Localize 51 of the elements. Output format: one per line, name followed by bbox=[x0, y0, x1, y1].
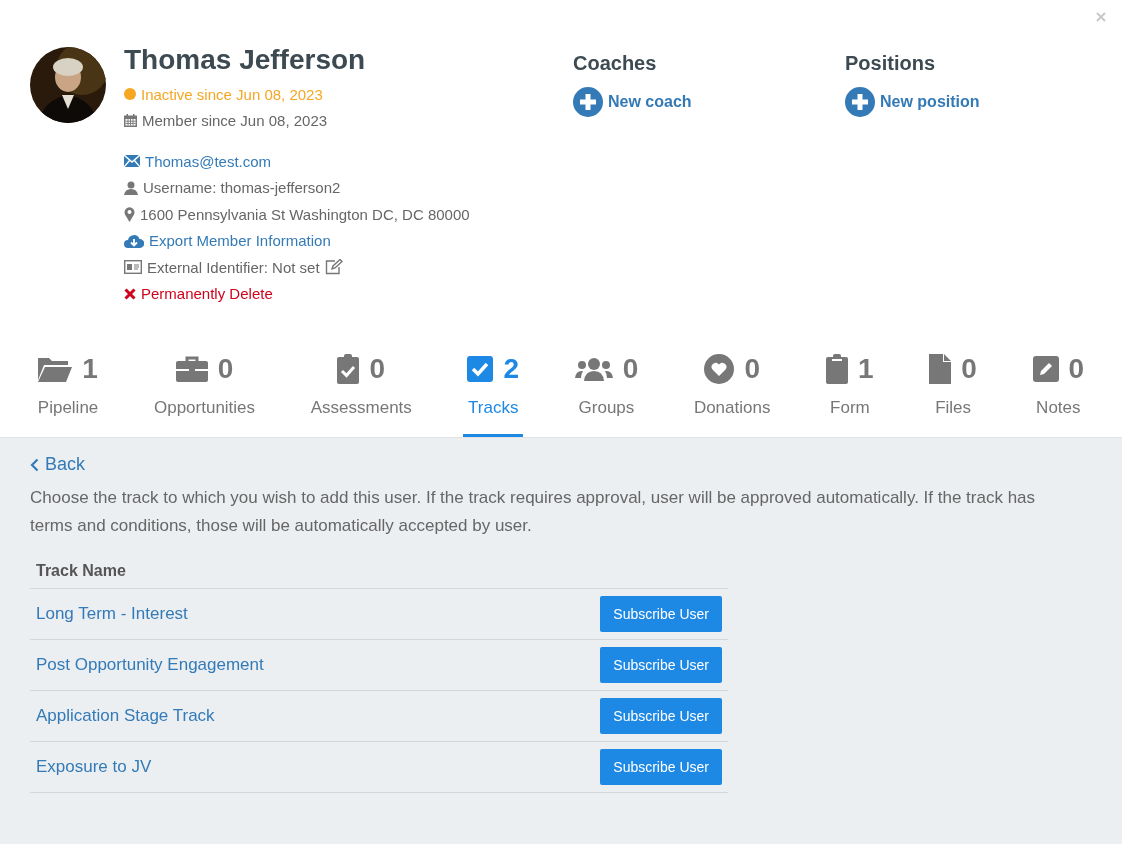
subscribe-button[interactable]: Subscribe User bbox=[600, 748, 722, 785]
edit-icon[interactable] bbox=[324, 259, 343, 276]
folder-icon bbox=[38, 356, 73, 382]
plus-circle-icon bbox=[573, 87, 603, 117]
pencil-square-icon bbox=[1032, 356, 1059, 382]
people-icon bbox=[574, 357, 613, 381]
tab[interactable]: 1 Form bbox=[822, 350, 878, 437]
cloud-download-icon bbox=[124, 233, 144, 248]
instructions: Choose the track to which you wish to add this user. If the track requires approval, user will be approved automatically. If the track has terms and conditions, those will be automatically accepted by user. bbox=[30, 486, 1037, 537]
plus-circle-icon bbox=[845, 87, 875, 117]
new-coach-link[interactable]: New coach bbox=[573, 87, 692, 117]
status-text: Inactive since Jun 08, 2023 bbox=[141, 85, 323, 103]
checkbox-icon bbox=[467, 356, 494, 382]
clipboard-check-icon bbox=[337, 354, 360, 384]
column-header: Track Name bbox=[36, 561, 126, 579]
section-title: Coaches bbox=[573, 52, 658, 75]
detail-link[interactable]: Thomas@test.com bbox=[145, 152, 272, 170]
back-link[interactable]: Back bbox=[30, 454, 86, 475]
briefcase-icon bbox=[175, 356, 208, 382]
clipboard-icon bbox=[826, 354, 849, 384]
member-since: Member since Jun 08, 2023 bbox=[142, 112, 328, 130]
chevron-left-icon bbox=[30, 457, 39, 472]
detail-link[interactable]: Export Member Information bbox=[149, 232, 331, 250]
track-link[interactable]: Long Term - Interest bbox=[36, 603, 188, 624]
envelope-icon bbox=[124, 155, 140, 168]
map-pin-icon bbox=[124, 206, 135, 222]
tab[interactable]: 0 Opportunities bbox=[149, 350, 260, 437]
track-link[interactable]: Post Opportunity Engagement bbox=[36, 654, 264, 675]
tab[interactable]: 0 Notes bbox=[1028, 350, 1089, 437]
tab[interactable]: 0 Files bbox=[925, 350, 981, 437]
track-link[interactable]: Application Stage Track bbox=[36, 705, 215, 726]
subscribe-button[interactable]: Subscribe User bbox=[600, 595, 722, 632]
detail-text: Username: thomas-jefferson2 bbox=[143, 179, 341, 197]
cross-icon bbox=[124, 287, 136, 300]
new-position-link[interactable]: New position bbox=[845, 87, 980, 117]
file-icon bbox=[929, 354, 952, 384]
id-card-icon bbox=[124, 260, 142, 275]
subscribe-button[interactable]: Subscribe User bbox=[600, 646, 722, 683]
section-title: Positions bbox=[845, 52, 936, 75]
detail-text: 1600 Pennsylvania St Washington DC, DC 80000 bbox=[140, 205, 470, 223]
subscribe-button[interactable]: Subscribe User bbox=[600, 697, 722, 734]
detail-text: External Identifier: Not set bbox=[147, 258, 320, 276]
tab[interactable]: 0 Assessments bbox=[306, 350, 416, 437]
member-name: Thomas Jefferson bbox=[124, 44, 367, 76]
tab[interactable]: 0 Groups bbox=[570, 350, 643, 437]
tab[interactable]: 1 Pipeline bbox=[33, 350, 103, 437]
detail-link[interactable]: Permanently Delete bbox=[141, 285, 273, 303]
tab[interactable]: 0 Donations bbox=[689, 350, 775, 437]
track-link[interactable]: Exposure to JV bbox=[36, 756, 152, 777]
calendar-icon bbox=[124, 114, 137, 128]
user-icon bbox=[124, 180, 138, 195]
